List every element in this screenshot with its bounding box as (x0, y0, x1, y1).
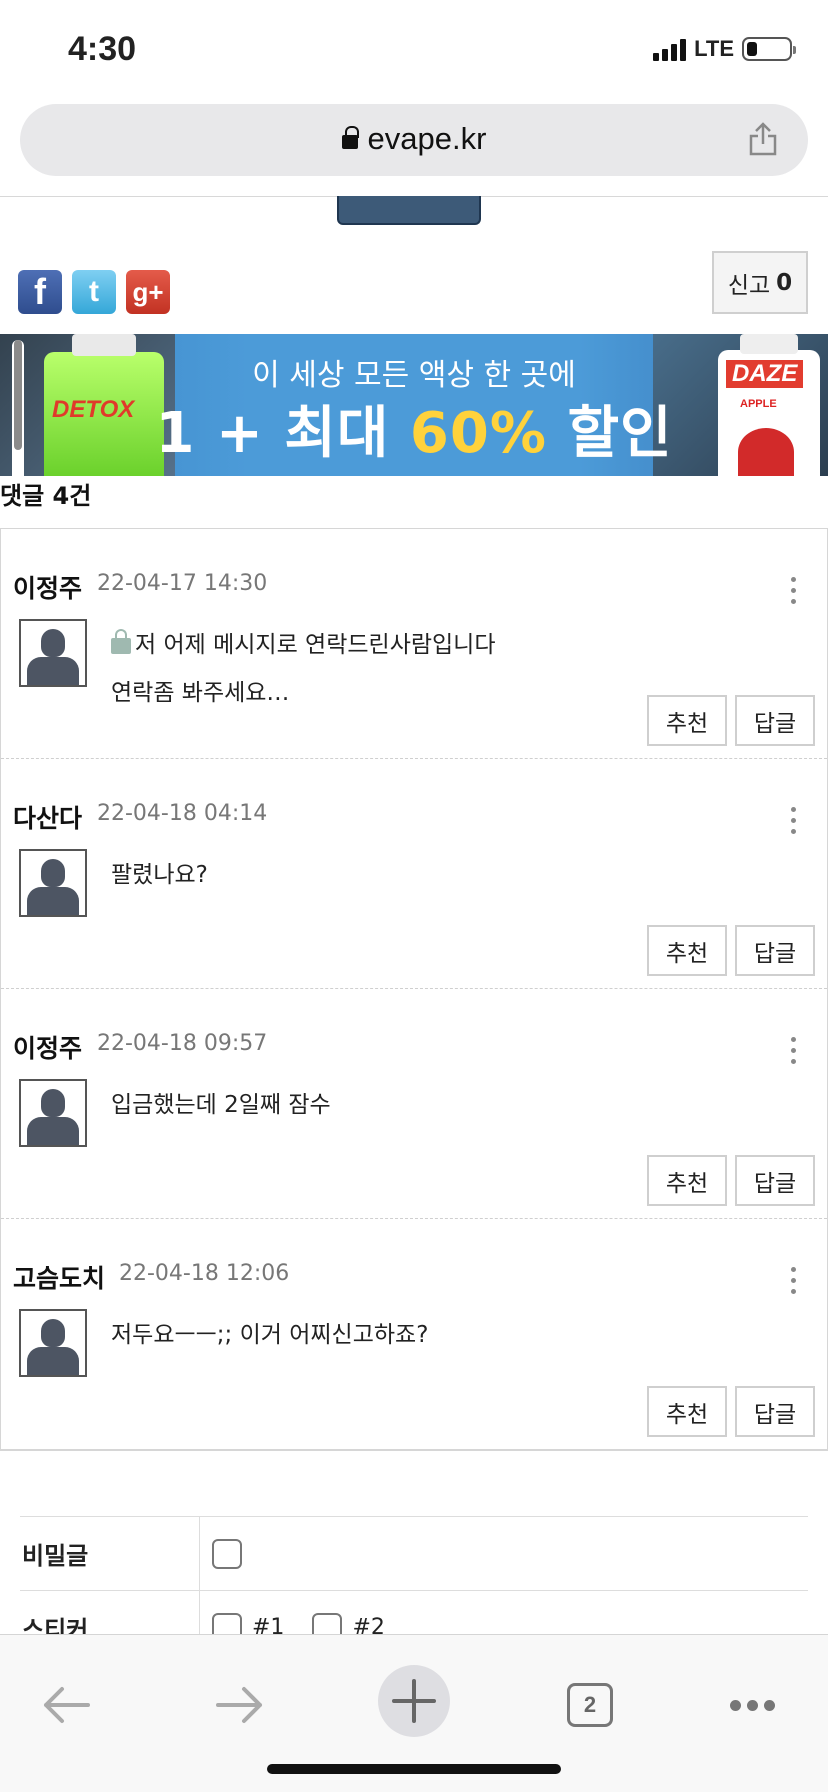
more-vertical-icon[interactable] (791, 807, 797, 837)
secret-checkbox[interactable] (212, 1538, 242, 1569)
reply-button[interactable]: 답글 (735, 925, 815, 976)
tabs-icon[interactable]: 2 (560, 1679, 620, 1731)
more-vertical-icon[interactable] (791, 1267, 797, 1297)
share-icon[interactable] (748, 122, 778, 156)
form-row-secret: 비밀글 (20, 1517, 808, 1591)
status-bar: 4:30 LTE (0, 0, 828, 96)
banner-offer: 1 + 최대 60% 할인 (155, 401, 673, 466)
avatar (19, 619, 87, 687)
reply-button[interactable]: 답글 (735, 1155, 815, 1206)
comment-text: 팔렸나요? (111, 862, 208, 888)
reply-button[interactable]: 답글 (735, 695, 815, 746)
status-time: 4:30 (68, 30, 137, 68)
comment-text: 저두요ㅡㅡ;; 이거 어찌신고하죠? (111, 1322, 429, 1348)
comment-item: 이정주 22-04-17 14:30 저 어제 메시지로 연락드린사람입니다 연… (1, 529, 827, 759)
facebook-icon[interactable]: f (18, 270, 62, 314)
url-display[interactable]: evape.kr (20, 121, 808, 157)
url-bar[interactable]: evape.kr (20, 104, 808, 176)
secret-label: 비밀글 (20, 1517, 200, 1590)
reply-button[interactable]: 답글 (735, 1386, 815, 1437)
recommend-button[interactable]: 추천 (647, 1155, 727, 1206)
comment-author[interactable]: 이정주 (13, 569, 82, 605)
comment-date: 22-04-18 04:14 (97, 801, 268, 826)
twitter-icon[interactable]: t (72, 270, 116, 314)
comment-author[interactable]: 다산다 (13, 799, 82, 835)
comment-list: 이정주 22-04-17 14:30 저 어제 메시지로 연락드린사람입니다 연… (0, 528, 828, 1451)
comment-text: 입금했는데 2일째 잠수 (111, 1092, 331, 1118)
comment-author[interactable]: 이정주 (13, 1029, 82, 1065)
network-label: LTE (694, 36, 734, 61)
comment-date: 22-04-18 12:06 (119, 1261, 290, 1286)
report-label: 신고 (727, 272, 771, 299)
tab-count: 2 (567, 1683, 613, 1727)
avatar (19, 1309, 87, 1377)
secret-lock-icon (111, 629, 131, 654)
plus-icon[interactable] (378, 1665, 450, 1737)
comment-count: 댓글 4건 (0, 482, 92, 510)
arrow-left-icon[interactable] (36, 1679, 96, 1731)
comment-author[interactable]: 고슴도치 (13, 1259, 105, 1295)
comment-item: 다산다 22-04-18 04:14 팔렸나요? 추천 답글 (1, 759, 827, 989)
partial-button[interactable] (337, 196, 481, 225)
arrow-right-icon[interactable] (210, 1679, 270, 1731)
comment-date: 22-04-18 09:57 (97, 1031, 268, 1056)
comment-item: 고슴도치 22-04-18 12:06 저두요ㅡㅡ;; 이거 어찌신고하죠? 추… (1, 1219, 827, 1449)
more-horizontal-icon[interactable] (722, 1679, 782, 1731)
comment-text: 저 어제 메시지로 연락드린사람입니다 연락좀 봐주세요… (111, 629, 496, 706)
comment-date: 22-04-17 14:30 (97, 571, 268, 596)
report-button[interactable]: 신고 0 (712, 251, 808, 314)
more-vertical-icon[interactable] (791, 1037, 797, 1067)
report-count: 0 (776, 269, 793, 296)
google-plus-icon[interactable]: g+ (126, 270, 170, 314)
recommend-button[interactable]: 추천 (647, 925, 727, 976)
signal-icon (653, 37, 687, 61)
ad-banner[interactable]: DETOX DAZE APPLE 이 세상 모든 액상 한 곳에 1 + 최대 … (0, 334, 828, 476)
avatar (19, 1079, 87, 1147)
more-vertical-icon[interactable] (791, 577, 797, 607)
url-text: evape.kr (367, 121, 487, 156)
recommend-button[interactable]: 추천 (647, 695, 727, 746)
status-right: LTE (653, 36, 796, 62)
home-indicator[interactable] (267, 1764, 561, 1774)
lock-icon (341, 126, 359, 149)
battery-icon (742, 37, 796, 61)
sns-share-group: f t g+ (18, 270, 170, 314)
comment-item: 이정주 22-04-18 09:57 입금했는데 2일째 잠수 추천 답글 (1, 989, 827, 1219)
avatar (19, 849, 87, 917)
recommend-button[interactable]: 추천 (647, 1386, 727, 1437)
